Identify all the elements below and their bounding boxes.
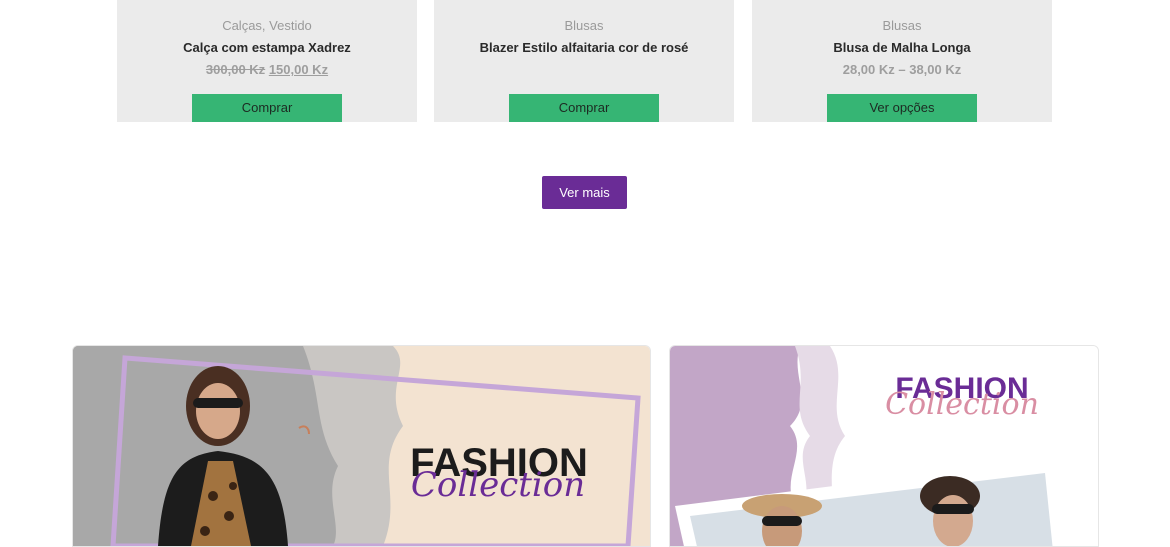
view-options-button[interactable]: Ver opções bbox=[827, 94, 977, 122]
product-name[interactable]: Blusa de Malha Longa bbox=[752, 40, 1052, 56]
product-price-range: 28,00 Kz – 38,00 Kz bbox=[842, 62, 962, 77]
product-card: Blusas Blusa de Malha Longa 28,00 Kz – 3… bbox=[752, 0, 1052, 122]
banner-image: FASHION Collection bbox=[73, 346, 650, 546]
product-card: Calças, Vestido Calça com estampa Xadrez… bbox=[117, 0, 417, 122]
product-card: Blusas Blazer Estilo alfaitaria cor de r… bbox=[434, 0, 734, 122]
product-image[interactable] bbox=[752, 0, 1052, 6]
product-price: 300,00 Kz 150,00 Kz bbox=[117, 62, 417, 78]
product-category[interactable]: Blusas bbox=[752, 18, 1052, 34]
product-image[interactable] bbox=[117, 0, 417, 6]
product-category[interactable]: Calças, Vestido bbox=[117, 18, 417, 34]
product-name[interactable]: Blazer Estilo alfaitaria cor de rosé bbox=[434, 40, 734, 56]
sale-price: 150,00 Kz bbox=[268, 62, 329, 77]
fashion-collection-banner[interactable]: FASHION Collection bbox=[72, 345, 651, 547]
banner-script: Collection bbox=[885, 387, 1039, 422]
fashion-collection-banner[interactable]: FASHION Collection bbox=[669, 345, 1099, 547]
product-name[interactable]: Calça com estampa Xadrez bbox=[117, 40, 417, 56]
product-category[interactable]: Blusas bbox=[434, 18, 734, 34]
buy-button[interactable]: Comprar bbox=[509, 94, 659, 122]
banner-script: Collection bbox=[411, 465, 585, 505]
old-price: 300,00 Kz bbox=[205, 62, 266, 77]
product-image[interactable] bbox=[434, 0, 734, 6]
buy-button[interactable]: Comprar bbox=[192, 94, 342, 122]
load-more-button[interactable]: Ver mais bbox=[542, 176, 627, 209]
banner-image: FASHION Collection bbox=[670, 346, 1098, 546]
